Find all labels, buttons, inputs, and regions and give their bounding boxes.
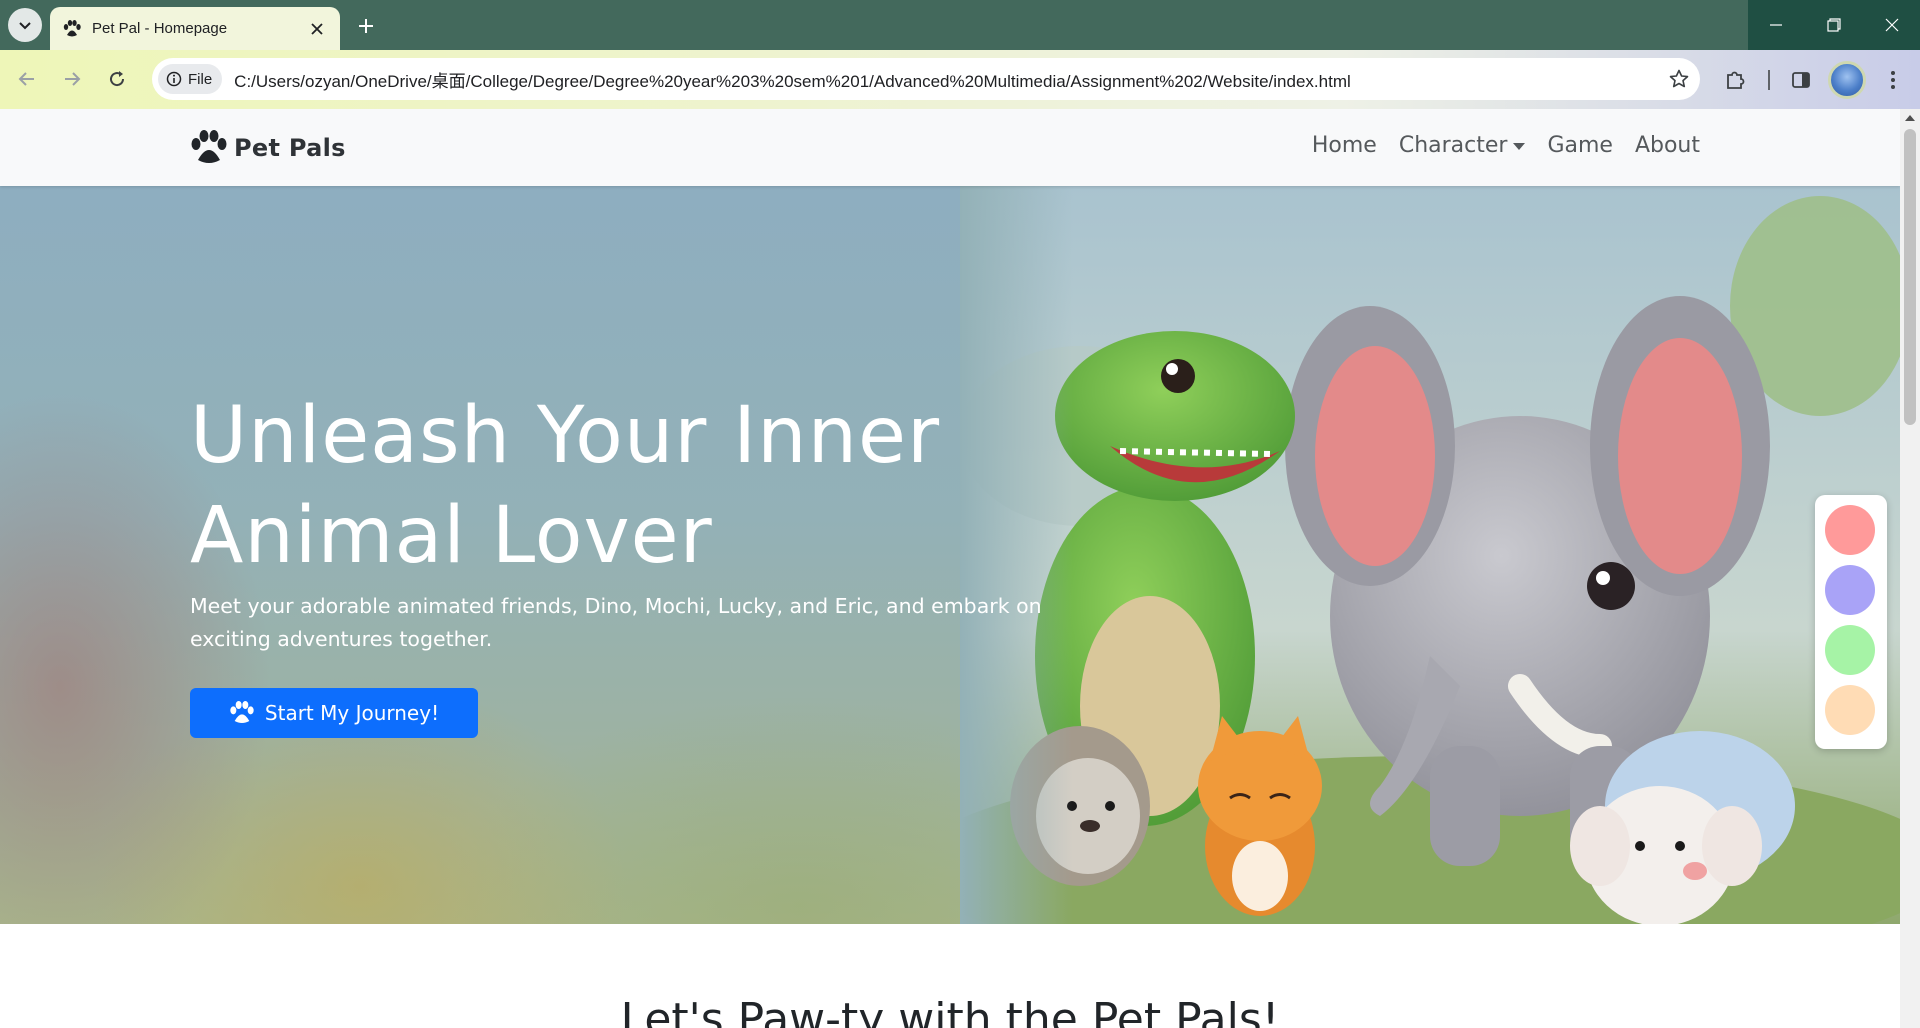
hero-subtitle: Meet your adorable animated friends, Din… — [190, 594, 1042, 651]
arrow-right-icon — [65, 72, 81, 86]
tab-search-button[interactable] — [8, 8, 42, 42]
section-heading: Let's Paw-ty with the Pet Pals! — [620, 994, 1280, 1028]
tab-title: Pet Pal - Homepage — [92, 20, 228, 37]
browser-titlebar: Pet Pal - Homepage — [0, 0, 1920, 50]
nav-links: Home Character Game About — [1312, 133, 1700, 158]
hero-title-line-2: Animal Lover — [190, 491, 713, 581]
theme-color-picker — [1815, 495, 1887, 749]
address-bar[interactable]: File C:/Users/ozyan/OneDrive/桌面/College/… — [152, 58, 1700, 100]
nav-home[interactable]: Home — [1312, 133, 1377, 158]
hero-title-line-1: Unleash Your Inner — [190, 391, 941, 481]
start-journey-button[interactable]: Start My Journey! — [190, 688, 478, 738]
browser-tab-active[interactable]: Pet Pal - Homepage — [50, 7, 340, 50]
nav-character-dropdown[interactable]: Character — [1399, 133, 1526, 158]
page-viewport: Pet Pals Home Character Game About Unlea… — [0, 109, 1900, 1028]
minimize-icon — [1770, 24, 1782, 26]
reload-button[interactable] — [100, 62, 134, 96]
nav-game[interactable]: Game — [1547, 133, 1613, 158]
arrow-left-icon — [18, 72, 34, 86]
info-icon — [166, 71, 182, 87]
paw-icon — [230, 701, 254, 723]
more-vertical-icon — [1891, 71, 1895, 89]
browser-toolbar: File C:/Users/ozyan/OneDrive/桌面/College/… — [0, 50, 1920, 109]
start-journey-label: Start My Journey! — [264, 701, 440, 725]
theme-swatch-green[interactable] — [1825, 625, 1875, 675]
reload-icon — [110, 71, 125, 87]
puzzle-icon — [1727, 71, 1745, 89]
nav-character-label: Character — [1398, 133, 1508, 158]
site-info-label: File — [188, 70, 213, 88]
tab-close-icon[interactable] — [306, 18, 328, 40]
plus-icon — [359, 19, 373, 33]
page-scrollbar[interactable] — [1900, 109, 1920, 1028]
site-navbar: Pet Pals Home Character Game About — [0, 109, 1900, 186]
restore-icon — [1827, 18, 1841, 32]
nav-about[interactable]: About — [1635, 133, 1700, 158]
paw-favicon-icon — [63, 19, 81, 36]
restore-button[interactable] — [1806, 0, 1862, 50]
bookmark-star-icon[interactable] — [1664, 64, 1694, 94]
close-window-button[interactable] — [1864, 0, 1920, 50]
hero-characters-illustration — [960, 186, 1900, 924]
toolbar-divider — [1768, 70, 1770, 90]
theme-swatch-peach[interactable] — [1825, 685, 1875, 735]
profile-avatar[interactable] — [1828, 61, 1866, 99]
hero-section: Unleash Your Inner Animal Lover Meet you… — [0, 186, 1900, 924]
theme-swatch-purple[interactable] — [1825, 565, 1875, 615]
back-button[interactable] — [10, 62, 44, 96]
site-info-chip[interactable]: File — [158, 64, 223, 94]
forward-button[interactable] — [55, 62, 89, 96]
scroll-thumb[interactable] — [1904, 129, 1916, 425]
new-tab-button[interactable] — [350, 10, 382, 42]
minimize-button[interactable] — [1748, 0, 1804, 50]
caret-down-icon — [1513, 143, 1526, 150]
close-icon — [1885, 18, 1899, 32]
window-controls — [1748, 0, 1920, 50]
theme-swatch-red[interactable] — [1825, 505, 1875, 555]
url-text[interactable]: C:/Users/ozyan/OneDrive/桌面/College/Degre… — [234, 67, 1664, 92]
paw-logo-icon — [191, 130, 227, 163]
brand-name: Pet Pals — [234, 134, 346, 162]
hero-title: Unleash Your Inner Animal Lover — [190, 386, 1090, 586]
chevron-down-icon — [19, 22, 31, 30]
extensions-button[interactable] — [1719, 64, 1751, 96]
browser-menu-button[interactable] — [1877, 64, 1909, 96]
side-panel-icon — [1792, 72, 1810, 88]
scroll-up-arrow-icon[interactable] — [1905, 115, 1915, 121]
side-panel-button[interactable] — [1785, 64, 1817, 96]
brand-link[interactable]: Pet Pals — [190, 130, 346, 166]
